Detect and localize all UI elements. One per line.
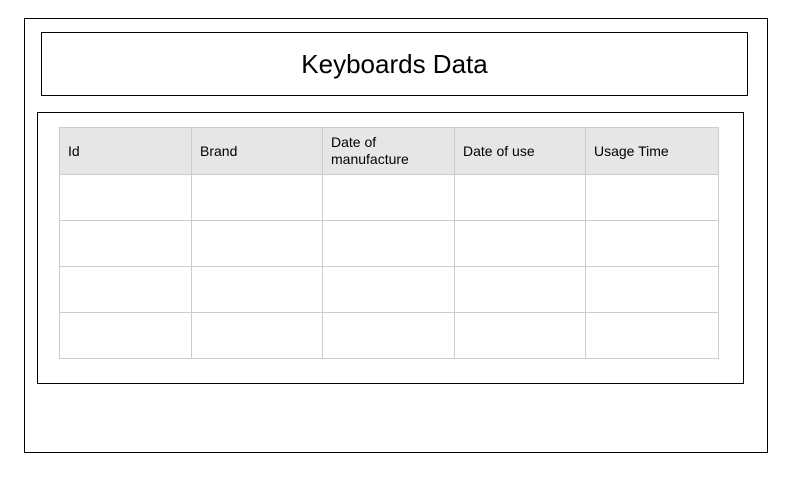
- table-cell-usage-time[interactable]: [585, 312, 719, 359]
- table-cell-brand[interactable]: [191, 312, 323, 359]
- table-cell-id[interactable]: [59, 220, 192, 267]
- table-cell-usage-time[interactable]: [585, 220, 719, 267]
- table-cell-id[interactable]: [59, 266, 192, 313]
- column-header-date-of-use[interactable]: Date of use: [454, 127, 586, 175]
- table-cell-brand[interactable]: [191, 174, 323, 221]
- table-body: [59, 174, 719, 359]
- table-cell-date-of-manufacture[interactable]: [322, 266, 455, 313]
- table-header-row: Id Brand Date of manufacture Date of use…: [59, 127, 719, 175]
- page-title: Keyboards Data: [301, 49, 488, 79]
- table-cell-id[interactable]: [59, 174, 192, 221]
- title-panel: Keyboards Data: [41, 32, 748, 96]
- keyboards-table: Id Brand Date of manufacture Date of use…: [59, 127, 719, 359]
- table-row[interactable]: [59, 174, 719, 221]
- table-row[interactable]: [59, 220, 719, 267]
- column-header-brand[interactable]: Brand: [191, 127, 323, 175]
- table-cell-date-of-manufacture[interactable]: [322, 174, 455, 221]
- table-header: Id Brand Date of manufacture Date of use…: [59, 127, 719, 175]
- table-cell-date-of-use[interactable]: [454, 220, 586, 267]
- table-row[interactable]: [59, 312, 719, 359]
- table-cell-date-of-use[interactable]: [454, 174, 586, 221]
- column-header-id[interactable]: Id: [59, 127, 192, 175]
- column-header-date-of-manufacture[interactable]: Date of manufacture: [322, 127, 455, 175]
- table-cell-usage-time[interactable]: [585, 266, 719, 313]
- table-cell-id[interactable]: [59, 312, 192, 359]
- table-cell-date-of-use[interactable]: [454, 312, 586, 359]
- table-cell-date-of-manufacture[interactable]: [322, 220, 455, 267]
- table-cell-brand[interactable]: [191, 266, 323, 313]
- table-cell-brand[interactable]: [191, 220, 323, 267]
- table-cell-usage-time[interactable]: [585, 174, 719, 221]
- table-cell-date-of-use[interactable]: [454, 266, 586, 313]
- table-row[interactable]: [59, 266, 719, 313]
- column-header-usage-time[interactable]: Usage Time: [585, 127, 719, 175]
- table-cell-date-of-manufacture[interactable]: [322, 312, 455, 359]
